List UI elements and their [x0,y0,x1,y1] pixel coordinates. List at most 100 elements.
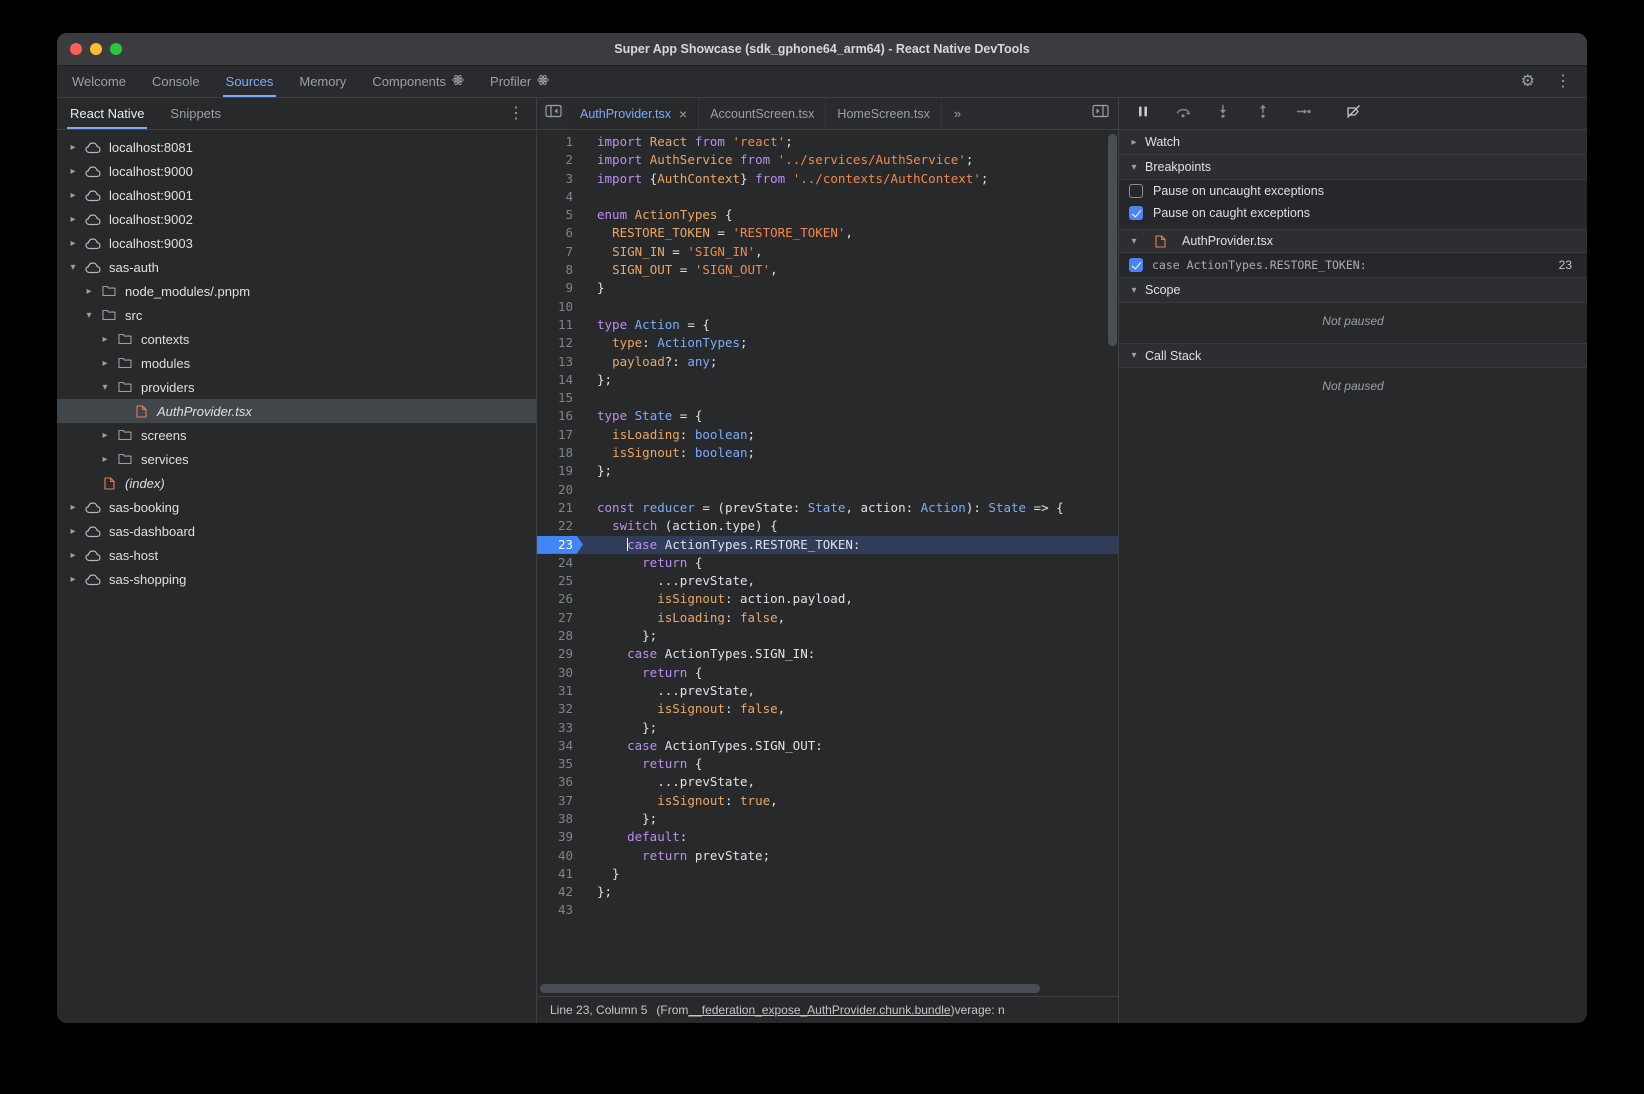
chevron-down-icon[interactable]: ▾ [81,310,97,321]
line-number[interactable]: 42 [537,883,583,901]
chevron-right-icon[interactable]: ▸ [97,358,113,369]
line-number[interactable]: 22 [537,517,583,535]
line-number[interactable]: 27 [537,609,583,627]
editor-tab-authprovider-tsx[interactable]: AuthProvider.tsx× [569,98,699,129]
tab-components[interactable]: Components [359,66,477,97]
line-number[interactable]: 29 [537,645,583,663]
chevron-right-icon[interactable]: ▸ [97,430,113,441]
breakpoint-marker[interactable]: 23 [537,536,583,554]
tree-item-sas-host[interactable]: ▸sas-host [57,543,536,567]
chevron-right-icon[interactable]: ▸ [65,550,81,561]
line-number[interactable]: 25 [537,572,583,590]
tab-memory[interactable]: Memory [286,66,359,97]
pause-button[interactable] [1135,106,1151,122]
chevron-right-icon[interactable]: ▸ [65,214,81,225]
tree-item-screens[interactable]: ▸screens [57,423,536,447]
line-number[interactable]: 26 [537,590,583,608]
line-number[interactable]: 17 [537,426,583,444]
close-window-button[interactable] [70,43,82,55]
editor-tab-homescreen-tsx[interactable]: HomeScreen.tsx [826,98,941,129]
toggle-navigator-button[interactable] [537,98,569,129]
more-tabs-button[interactable]: » [942,98,973,129]
tab-welcome[interactable]: Welcome [59,66,139,97]
chevron-right-icon[interactable]: ▸ [97,334,113,345]
tree-item-authprovider-tsx[interactable]: AuthProvider.tsx [57,399,536,423]
chevron-down-icon[interactable]: ▾ [1126,350,1142,361]
tab-console[interactable]: Console [139,66,213,97]
overflow-menu-icon[interactable]: ⋮ [1555,74,1571,90]
line-number[interactable]: 14 [537,371,583,389]
chevron-right-icon[interactable]: ▸ [65,502,81,513]
code-editor[interactable]: 1import React from 'react';2import AuthS… [537,130,1118,996]
step-over-button[interactable] [1175,106,1191,122]
close-icon[interactable]: × [679,107,687,121]
line-number[interactable]: 9 [537,279,583,297]
line-number[interactable]: 33 [537,719,583,737]
line-number[interactable]: 38 [537,810,583,828]
chevron-down-icon[interactable]: ▾ [1126,162,1142,173]
chevron-right-icon[interactable]: ▸ [65,142,81,153]
breakpoint-entry[interactable]: case ActionTypes.RESTORE_TOKEN:23 [1119,253,1587,278]
line-number[interactable]: 1 [537,133,583,151]
tree-item-localhost-8081[interactable]: ▸localhost:8081 [57,135,536,159]
line-number[interactable]: 20 [537,481,583,499]
step-out-button[interactable] [1255,106,1271,122]
vertical-scrollbar[interactable] [1108,134,1117,346]
line-number[interactable]: 18 [537,444,583,462]
chevron-right-icon[interactable]: ▸ [65,526,81,537]
tree-item-modules[interactable]: ▸modules [57,351,536,375]
chevron-down-icon[interactable]: ▾ [1126,285,1142,296]
line-number[interactable]: 31 [537,682,583,700]
line-number[interactable]: 4 [537,188,583,206]
line-number[interactable]: 43 [537,901,583,919]
tree-item-localhost-9002[interactable]: ▸localhost:9002 [57,207,536,231]
horizontal-scrollbar[interactable] [540,984,1040,993]
line-number[interactable]: 37 [537,792,583,810]
chevron-right-icon[interactable]: ▸ [65,190,81,201]
tree-item-sas-auth[interactable]: ▾sas-auth [57,255,536,279]
source-bundle-link[interactable]: __federation_expose_AuthProvider.chunk.b… [688,1003,950,1017]
tree-item-contexts[interactable]: ▸contexts [57,327,536,351]
zoom-window-button[interactable] [110,43,122,55]
watch-section-header[interactable]: ▸ Watch [1119,130,1587,155]
line-number[interactable]: 41 [537,865,583,883]
gear-icon[interactable]: ⚙ [1521,74,1535,90]
tree-item-services[interactable]: ▸services [57,447,536,471]
line-number[interactable]: 39 [537,828,583,846]
line-number[interactable]: 30 [537,664,583,682]
vertical-dots-icon[interactable]: ⋮ [508,106,524,122]
line-number[interactable]: 28 [537,627,583,645]
step-button[interactable] [1295,106,1311,122]
line-number[interactable]: 12 [537,334,583,352]
line-number[interactable]: 21 [537,499,583,517]
sidebar-tab-react-native[interactable]: React Native [57,98,157,129]
chevron-down-icon[interactable]: ▾ [97,382,113,393]
line-number[interactable]: 6 [537,224,583,242]
chevron-right-icon[interactable]: ▸ [81,286,97,297]
chevron-right-icon[interactable]: ▸ [1126,137,1142,148]
tree-item-index[interactable]: (index) [57,471,536,495]
sidebar-tab-snippets[interactable]: Snippets [157,98,234,129]
tab-profiler[interactable]: Profiler [477,66,562,97]
line-number[interactable]: 13 [537,353,583,371]
line-number[interactable]: 11 [537,316,583,334]
chevron-right-icon[interactable]: ▸ [65,166,81,177]
chevron-right-icon[interactable]: ▸ [65,238,81,249]
line-number[interactable]: 40 [537,847,583,865]
checkbox-checked[interactable] [1129,258,1143,272]
tree-item-sas-booking[interactable]: ▸sas-booking [57,495,536,519]
breakpoints-section-header[interactable]: ▾ Breakpoints [1119,155,1587,180]
toggle-debugger-sidebar-button[interactable] [1082,98,1118,129]
minimize-window-button[interactable] [90,43,102,55]
line-number[interactable]: 36 [537,773,583,791]
call-stack-section-header[interactable]: ▾ Call Stack [1119,343,1587,368]
tree-item-sas-dashboard[interactable]: ▸sas-dashboard [57,519,536,543]
breakpoint-group-authprovider-tsx[interactable]: ▾AuthProvider.tsx [1119,229,1587,253]
line-number[interactable]: 2 [537,151,583,169]
line-number[interactable]: 34 [537,737,583,755]
line-number[interactable]: 7 [537,243,583,261]
line-number[interactable]: 19 [537,462,583,480]
scope-section-header[interactable]: ▾ Scope [1119,278,1587,303]
tab-sources[interactable]: Sources [213,66,287,97]
line-number[interactable]: 3 [537,170,583,188]
